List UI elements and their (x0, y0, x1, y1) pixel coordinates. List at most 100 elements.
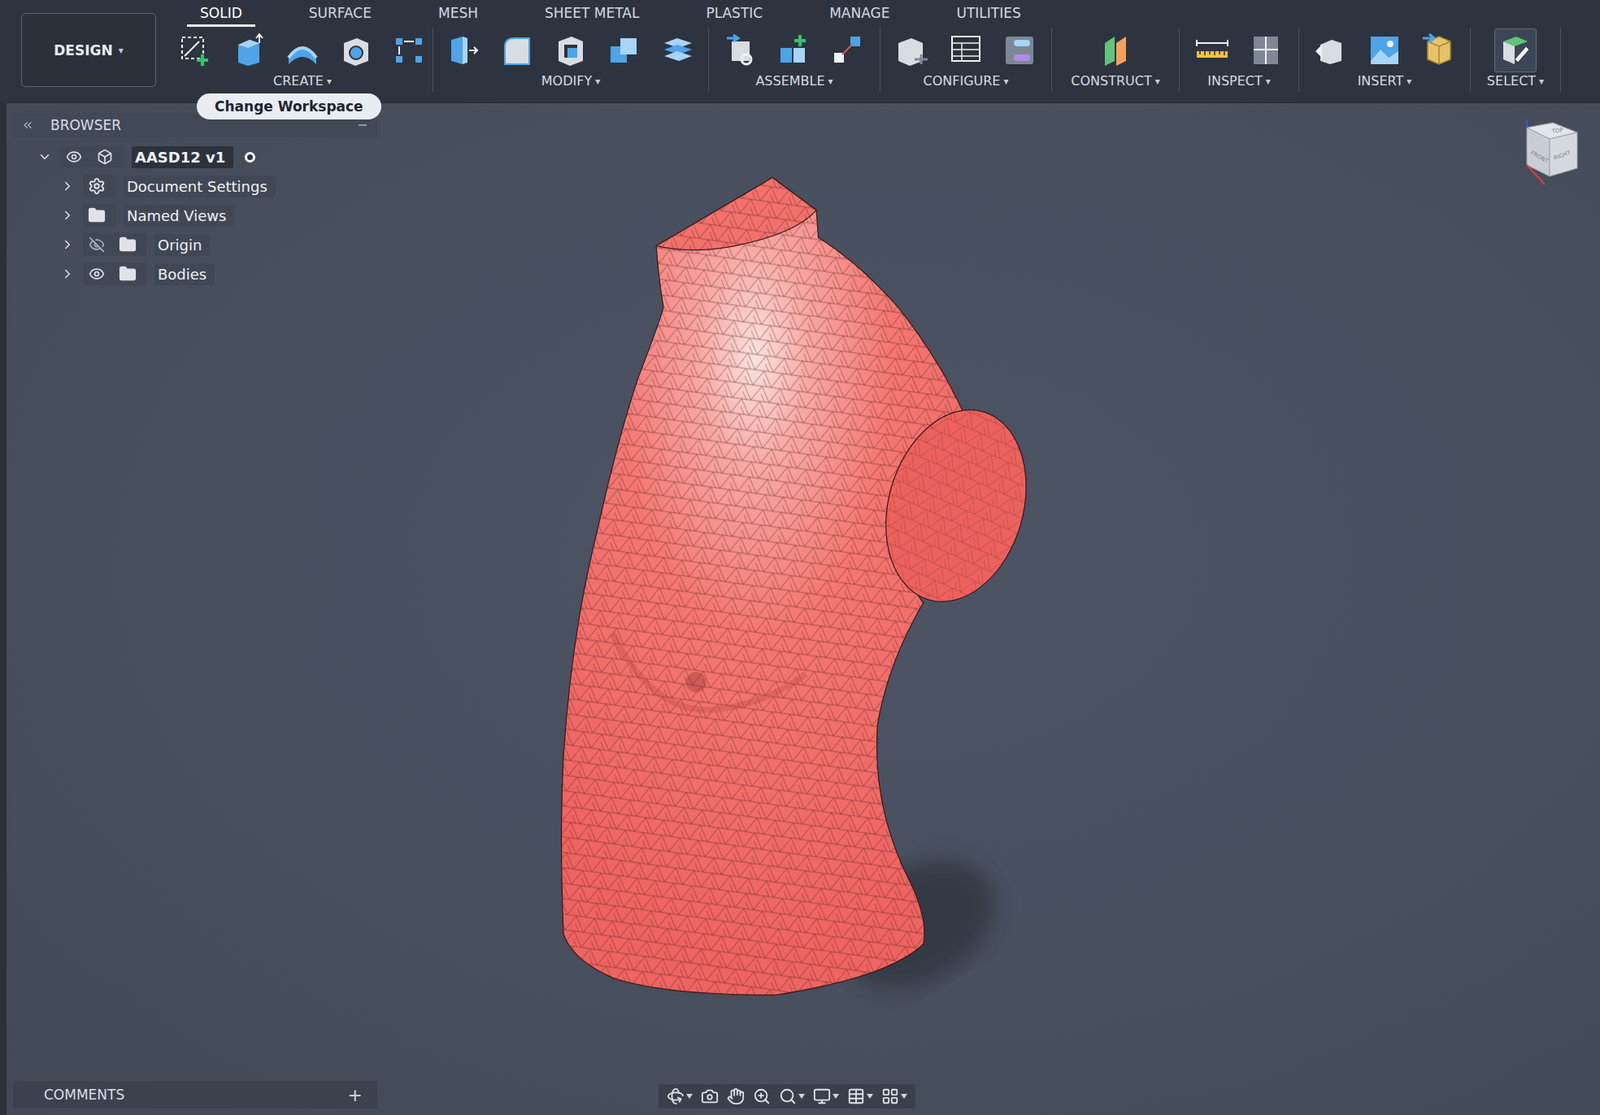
image-icon (1367, 33, 1402, 68)
pan-tool[interactable] (726, 1087, 745, 1106)
tool-button[interactable] (549, 28, 592, 73)
tool-button[interactable] (656, 28, 700, 73)
tool-group-icons (1494, 27, 1537, 74)
browser-tree-row[interactable]: Document Settings (13, 171, 378, 201)
eye-off-icon[interactable] (88, 236, 105, 253)
tool-button[interactable] (773, 28, 816, 73)
active-component-mark[interactable] (244, 152, 256, 163)
fit-caret-icon[interactable] (798, 1094, 805, 1100)
grid-icon[interactable] (847, 1087, 866, 1106)
tool-group-label[interactable]: CONFIGURE▾ (922, 73, 1009, 89)
tool-group-label[interactable]: CONSTRUCT▾ (1070, 73, 1160, 89)
ribbon-tab[interactable]: MESH (425, 3, 492, 27)
viewport[interactable]: TOPFRONTRIGHT BROWSERAASD12 v1Document Se… (0, 103, 1600, 1115)
expand-icon[interactable] (60, 266, 75, 282)
hand-icon[interactable] (726, 1087, 745, 1106)
viewports-tool[interactable] (881, 1087, 908, 1106)
ribbon-tab[interactable]: MANAGE (816, 3, 903, 27)
grid-tool[interactable] (847, 1087, 874, 1106)
zoom-icon[interactable] (752, 1087, 771, 1106)
view-cube[interactable]: TOPFRONTRIGHT (1512, 119, 1586, 193)
tool-button[interactable] (388, 28, 431, 73)
browser-tree-row[interactable]: Bodies (13, 259, 378, 289)
tool-group-icons (1309, 27, 1460, 74)
tool-button[interactable] (1309, 28, 1353, 73)
tree-label-chip: Origin (154, 234, 210, 257)
tool-button[interactable] (334, 28, 378, 73)
search-icon[interactable] (778, 1087, 797, 1106)
expand-icon[interactable] (60, 237, 75, 253)
navigation-bar (658, 1084, 916, 1109)
tool-button[interactable] (944, 28, 987, 73)
browser-tree-row[interactable]: Named Views (13, 200, 378, 231)
tool-button[interactable] (227, 28, 270, 73)
display-caret-icon[interactable] (832, 1094, 840, 1100)
tool-button[interactable] (998, 28, 1041, 73)
tool-group-label[interactable]: SELECT▾ (1486, 73, 1544, 89)
tool-groups: CREATE▾ MODIFY▾ ASSEMBLE▾ CONFIGURE▾ CONSTRU… (172, 27, 1600, 92)
tool-group-label[interactable]: CREATE▾ (273, 73, 332, 89)
tool-button[interactable] (891, 28, 934, 73)
tool-button[interactable] (826, 28, 870, 73)
torso-mesh-model[interactable] (551, 169, 1041, 1017)
browser-tree-row[interactable]: AASD12 v1 (13, 142, 378, 172)
tool-group-label[interactable]: ASSEMBLE▾ (755, 73, 833, 89)
eye-icon[interactable] (65, 148, 83, 166)
eye-icon[interactable] (88, 265, 105, 283)
group-caret: ▾ (595, 75, 600, 87)
orbit-icon[interactable] (666, 1087, 685, 1106)
table-icon (948, 33, 983, 68)
visibility-toggle[interactable] (63, 148, 85, 166)
visibility-toggle[interactable] (86, 265, 108, 283)
ribbon-tab[interactable]: SURFACE (295, 3, 385, 27)
look-at-tool[interactable] (700, 1087, 719, 1106)
ribbon-tab[interactable]: UTILITIES (943, 3, 1034, 27)
tool-button[interactable] (719, 28, 762, 73)
tool-button[interactable] (1094, 28, 1137, 73)
comments-bar[interactable]: COMMENTS+ (13, 1081, 378, 1109)
tool-button[interactable] (1494, 28, 1537, 73)
tool-group-icons (891, 27, 1041, 74)
collapse-icon[interactable] (37, 149, 53, 165)
tooltip: Change Workspace (196, 93, 382, 120)
expand-icon[interactable] (60, 178, 75, 194)
grid-caret-icon[interactable] (866, 1094, 874, 1100)
camera-icon[interactable] (700, 1087, 719, 1106)
tool-button[interactable] (281, 28, 324, 73)
browser-tree-row[interactable]: Origin (13, 230, 378, 260)
add-comment-button[interactable]: + (347, 1085, 363, 1106)
viewports-icon[interactable] (881, 1087, 900, 1106)
browser-panel: BROWSERAASD12 v1Document SettingsNamed V… (13, 113, 378, 289)
tool-group-label[interactable]: INSPECT▾ (1207, 73, 1271, 89)
tool-group-label[interactable]: INSERT▾ (1357, 73, 1413, 89)
tool-button[interactable] (442, 28, 485, 73)
tool-button[interactable] (1417, 28, 1460, 73)
box-icon (231, 33, 266, 68)
ribbon-tab[interactable]: SOLID (186, 3, 256, 27)
tool-button[interactable] (1363, 28, 1406, 73)
fit-tool[interactable] (778, 1087, 805, 1106)
group-caret: ▾ (1003, 75, 1009, 87)
tool-button[interactable] (603, 28, 646, 73)
tool-button[interactable] (173, 28, 217, 73)
monitor-icon[interactable] (813, 1087, 831, 1106)
tool-button[interactable] (1244, 28, 1287, 73)
expand-icon[interactable] (60, 208, 75, 223)
workspace-button[interactable]: DESIGN▾ (21, 13, 157, 87)
tool-group-label[interactable]: MODIFY▾ (541, 73, 600, 89)
gear-icon (87, 177, 106, 196)
collapse-panel-icon[interactable] (21, 118, 35, 132)
display-tool[interactable] (813, 1087, 840, 1106)
ribbon-tab[interactable]: PLASTIC (692, 3, 776, 27)
visibility-toggle[interactable] (86, 236, 108, 253)
zoom-tool[interactable] (752, 1087, 771, 1106)
minimize-icon[interactable] (356, 118, 370, 132)
orbit-caret-icon[interactable] (686, 1094, 693, 1100)
tool-button[interactable] (1191, 28, 1234, 73)
ribbon: SOLID SURFACE MESH SHEET METAL PLASTIC MANAGE… (172, 0, 1600, 103)
tool-button[interactable] (495, 28, 539, 73)
ribbon-tab[interactable]: SHEET METAL (531, 3, 653, 27)
tree-label-chip: Bodies (154, 263, 215, 286)
viewports-caret-icon[interactable] (900, 1094, 908, 1100)
orbit-tool[interactable] (666, 1087, 693, 1106)
